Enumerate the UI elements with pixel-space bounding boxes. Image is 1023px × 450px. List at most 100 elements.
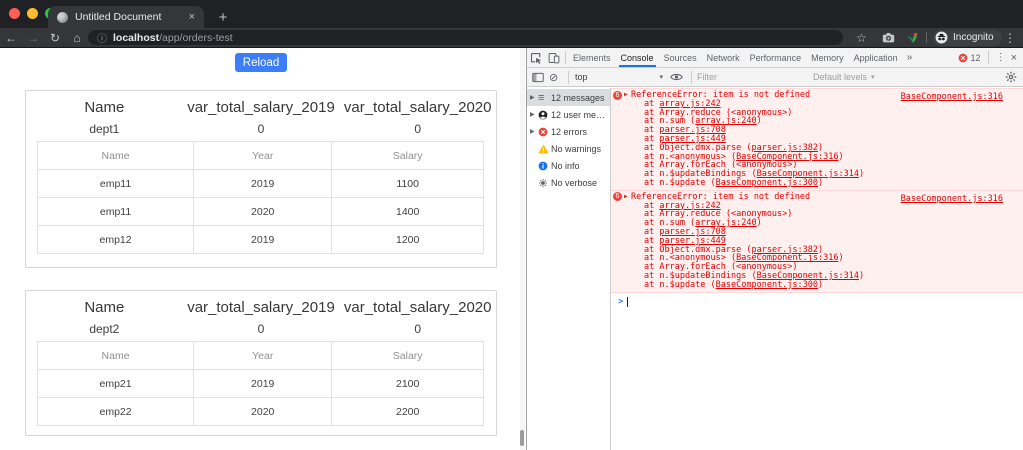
browser-toolbar: ← → ↻ ⌂ ⓘ localhost /app/orders-test ☆ I… [0, 28, 1023, 48]
toolbar-separator [568, 70, 569, 84]
cell-name: emp11 [36, 169, 195, 198]
table-row: emp21 2019 2100 [36, 369, 484, 398]
cell-year: 2020 [193, 197, 333, 226]
extension-button[interactable] [906, 28, 919, 47]
inspect-element-button[interactable] [527, 52, 545, 64]
tab-network[interactable]: Network [702, 48, 745, 67]
devtools-menu-icon[interactable]: ⋮ [996, 52, 1006, 63]
url-path: /app/orders-test [159, 31, 233, 44]
console-filter-input[interactable]: Filter [697, 68, 717, 86]
tab-application[interactable]: Application [849, 48, 903, 67]
tab-sources[interactable]: Sources [659, 48, 702, 67]
cell-year: 2020 [193, 397, 333, 426]
page-reload-button[interactable]: Reload [235, 53, 287, 72]
site-info-icon[interactable]: ⓘ [97, 30, 107, 45]
page-scrollbar-track[interactable] [520, 48, 525, 450]
column-header-year: Year [193, 141, 333, 170]
bookmark-star[interactable]: ☆ [856, 28, 867, 47]
stack-frame: at n.$update (BaseComponent.js:300) [644, 279, 824, 290]
cell-name: emp11 [36, 197, 195, 226]
source-file-link[interactable]: BaseComponent.js:316 [901, 194, 1003, 204]
error-message-text: ReferenceError: item is not defined [631, 191, 811, 202]
new-tab-button[interactable]: + [212, 6, 234, 28]
log-levels-dropdown[interactable]: Default levels ▾ [813, 68, 875, 86]
sidebar-item-errors[interactable]: ▶ 12 errors [527, 123, 610, 140]
stack-file-link[interactable]: BaseComponent.js:300 [716, 178, 818, 188]
dept2-card: Name var_total_salary_2019 var_total_sal… [25, 290, 497, 436]
gear-icon [1005, 71, 1017, 83]
star-icon: ☆ [856, 30, 867, 45]
close-window-button[interactable] [9, 8, 20, 19]
kebab-menu-icon: ⋮ [1004, 30, 1016, 45]
console-toolbar: ⊘ top ▾ Filter Default levels ▾ [527, 68, 1023, 87]
tab-elements[interactable]: Elements [568, 48, 616, 67]
cell-salary: 2100 [331, 369, 484, 398]
console-sidebar-toggle[interactable] [532, 68, 544, 86]
error-count-badge[interactable]: 12 [958, 53, 981, 63]
incognito-label: Incognito [953, 32, 994, 43]
extension-icon [907, 32, 918, 43]
cell-year: 2019 [193, 169, 333, 198]
dept1-summary-row: dept1 0 0 [26, 122, 496, 136]
expand-caret-icon[interactable]: ▶ [530, 128, 538, 135]
verbose-icon [538, 178, 548, 187]
clear-console-button[interactable]: ⊘ [549, 68, 558, 86]
dept1-card: Name var_total_salary_2019 var_total_sal… [25, 90, 497, 268]
stack-frame: at n.$update (BaseComponent.js:300) [644, 177, 824, 188]
console-error-message[interactable]: 6 ▶ ReferenceError: item is not defined … [611, 88, 1023, 191]
expand-caret-icon[interactable]: ▶ [530, 111, 538, 118]
tab-close-icon[interactable]: × [189, 11, 195, 23]
live-expression-button[interactable] [670, 68, 683, 86]
sidebar-item-user-messages[interactable]: ▶ 12 user me… [527, 106, 610, 123]
screenshot-extension-button[interactable] [882, 28, 895, 47]
more-tabs-button[interactable]: » [903, 52, 917, 63]
chevron-down-icon: ▾ [659, 74, 663, 81]
minimize-window-button[interactable] [27, 8, 38, 19]
dept-name: dept2 [89, 322, 120, 336]
sidebar-item-label: 12 messages [551, 92, 605, 103]
device-toolbar-button[interactable] [545, 52, 563, 64]
reload-icon[interactable]: ↻ [44, 31, 66, 45]
execution-context-dropdown[interactable]: top ▾ [575, 68, 663, 86]
tab-console[interactable]: Console [616, 48, 659, 67]
browser-tab[interactable]: Untitled Document × [48, 6, 204, 28]
console-error-message[interactable]: 6 ▶ ReferenceError: item is not defined … [611, 189, 1023, 293]
expand-caret-icon[interactable]: ▶ [624, 91, 628, 100]
expand-caret-icon[interactable]: ▶ [530, 94, 538, 101]
page-scrollbar-thumb[interactable] [520, 430, 524, 446]
tab-memory[interactable]: Memory [806, 48, 849, 67]
dept-total-2019: 0 [257, 322, 265, 336]
cell-year: 2019 [193, 369, 333, 398]
home-icon[interactable]: ⌂ [66, 31, 88, 45]
sidebar-item-label: No warnings [551, 143, 602, 154]
source-file-link[interactable]: BaseComponent.js:316 [901, 93, 1003, 102]
stack-file-link[interactable]: BaseComponent.js:300 [716, 280, 818, 290]
sidebar-item-info[interactable]: No info [527, 157, 610, 174]
tab-favicon [57, 11, 68, 23]
context-label: top [575, 72, 588, 82]
back-icon[interactable]: ← [0, 31, 22, 45]
tab-performance[interactable]: Performance [745, 48, 807, 67]
cell-salary: 1200 [331, 225, 484, 254]
expand-caret-icon[interactable]: ▶ [624, 193, 628, 202]
column-header-name: Name [36, 141, 195, 170]
console-prompt[interactable]: > [611, 293, 1023, 307]
devtools-tab-bar: Elements Console Sources Network Perform… [527, 48, 1023, 68]
dept2-employee-table: Name Year Salary emp21 2019 2100 emp22 2… [36, 341, 484, 426]
devtools-close-icon[interactable]: × [1011, 52, 1017, 64]
console-settings-button[interactable] [1005, 68, 1017, 86]
sidebar-item-warnings[interactable]: No warnings [527, 140, 610, 157]
column-header-year: Year [193, 341, 333, 370]
dept1-employee-table: Name Year Salary emp11 2019 1100 emp11 2… [36, 141, 484, 254]
dept-total-2019: 0 [257, 122, 265, 136]
cell-year: 2019 [193, 225, 333, 254]
sidebar-item-all-messages[interactable]: ▶ ≡ 12 messages [527, 89, 610, 106]
forward-icon[interactable]: → [22, 31, 44, 45]
sidebar-item-verbose[interactable]: No verbose [527, 174, 610, 191]
address-bar[interactable]: ⓘ localhost /app/orders-test [88, 30, 843, 45]
prompt-chevron-icon: > [618, 296, 624, 307]
table-header-row: Name Year Salary [36, 141, 484, 170]
camera-icon [882, 33, 895, 43]
dept2-summary-row: dept2 0 0 [26, 322, 496, 336]
browser-menu-button[interactable]: ⋮ [1004, 28, 1016, 47]
